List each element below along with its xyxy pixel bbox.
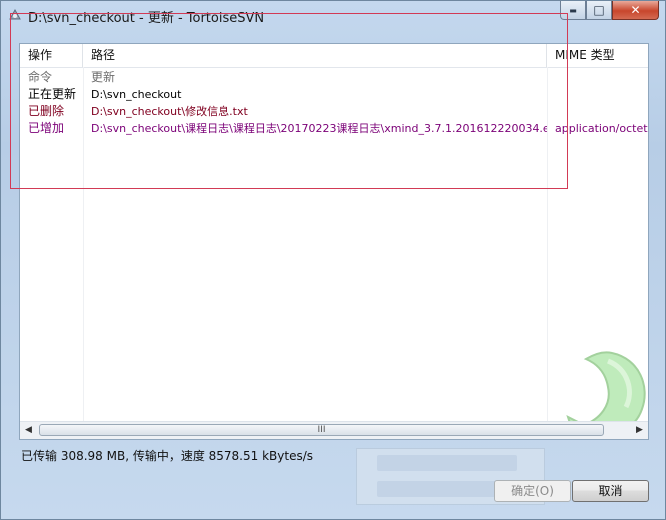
list-row-deleted[interactable]: 已删除 D:\svn_checkout\修改信息.txt [20,103,648,120]
cancel-button[interactable]: 取消 [572,480,649,502]
row-mime [547,86,648,103]
row-action: 正在更新 [28,87,77,101]
row-path: D:\svn_checkout [91,88,182,101]
scroll-left-icon[interactable]: ◀ [20,422,37,439]
tortoisesvn-app-icon [9,8,21,20]
list-row-command[interactable]: 命令 更新 [20,69,648,86]
title-bar[interactable]: D:\svn_checkout - 更新 - TortoiseSVN ▬ □ ✕ [1,1,665,29]
column-header-mime-type[interactable]: MIME 类型 [547,44,648,67]
list-row-updating[interactable]: 正在更新 D:\svn_checkout [20,86,648,103]
column-header-path[interactable]: 路径 [83,44,547,67]
update-results-list[interactable]: 操作 路径 MIME 类型 命令 更新 正在更新 D:\svn_checkout… [19,43,649,440]
row-path: D:\svn_checkout\课程日志\课程日志\20170223课程日志\x… [91,122,547,135]
row-path: 更新 [91,70,116,84]
row-action: 已删除 [28,104,65,118]
list-header: 操作 路径 MIME 类型 [20,44,648,68]
ok-button[interactable]: 确定(O) [494,480,571,502]
minimize-icon: ▬ [569,5,577,15]
column-header-action[interactable]: 操作 [20,44,83,67]
transfer-status: 已传输 308.98 MB, 传输中，速度 8578.51 kBytes/s [21,449,314,463]
close-button[interactable]: ✕ [612,1,659,20]
close-icon: ✕ [630,3,641,17]
scrollbar-thumb[interactable]: III [39,424,604,436]
maximize-button[interactable]: □ [586,1,612,20]
horizontal-scrollbar[interactable]: ◀ III ▶ [20,421,648,439]
row-mime [547,69,648,86]
row-mime [547,103,648,120]
minimize-button[interactable]: ▬ [560,1,586,20]
background-element [377,455,517,471]
window-title: D:\svn_checkout - 更新 - TortoiseSVN [28,11,265,26]
update-dialog: D:\svn_checkout - 更新 - TortoiseSVN ▬ □ ✕… [0,0,666,520]
row-action: 命令 [28,70,53,84]
row-path: D:\svn_checkout\修改信息.txt [91,105,248,118]
maximize-icon: □ [593,3,605,17]
list-row-added[interactable]: 已增加 D:\svn_checkout\课程日志\课程日志\20170223课程… [20,120,648,137]
scroll-right-icon[interactable]: ▶ [631,422,648,439]
row-mime: application/octet-str [555,122,648,135]
row-action: 已增加 [28,121,65,135]
